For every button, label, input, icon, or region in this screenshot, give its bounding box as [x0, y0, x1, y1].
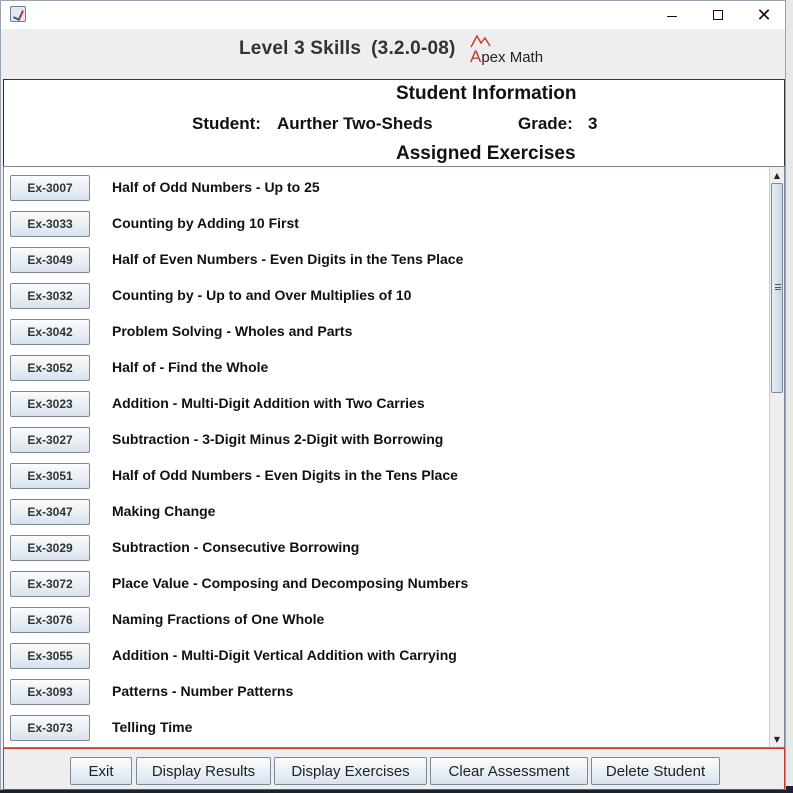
desktop-background: [785, 0, 793, 793]
student-info-panel: Student Information Student: Aurther Two…: [3, 79, 785, 167]
exercise-title: Addition - Multi-Digit Addition with Two…: [112, 395, 425, 411]
exercise-button[interactable]: Ex-3033: [10, 211, 90, 237]
exercise-button[interactable]: Ex-3055: [10, 643, 90, 669]
exercise-row: Ex-3051 Half of Odd Numbers - Even Digits…: [4, 455, 768, 491]
exercise-button[interactable]: Ex-3023: [10, 391, 90, 417]
scroll-up-button[interactable]: ▲: [770, 167, 784, 183]
exercise-button[interactable]: Ex-3076: [10, 607, 90, 633]
exercise-title: Half of Odd Numbers - Up to 25: [112, 179, 320, 195]
exercise-row: Ex-3047 Making Change: [4, 491, 768, 527]
exercise-row: Ex-3033 Counting by Adding 10 First: [4, 203, 768, 239]
exercise-title: Counting by Adding 10 First: [112, 215, 299, 231]
title-bar: ✕: [1, 1, 785, 29]
minimize-icon: [667, 15, 677, 17]
triangle-up-icon: ▲: [773, 170, 781, 180]
exercise-row: Ex-3027 Subtraction - 3-Digit Minus 2-Dig…: [4, 419, 768, 455]
student-info-title: Student Information: [396, 83, 577, 104]
exercise-button[interactable]: Ex-3042: [10, 319, 90, 345]
triangle-down-icon: ▼: [773, 734, 781, 744]
assigned-exercises-title: Assigned Exercises: [396, 143, 576, 164]
exercise-title: Half of Even Numbers - Even Digits in th…: [112, 251, 464, 267]
exercise-title: Naming Fractions of One Whole: [112, 611, 325, 627]
action-bar: Exit Display Results Display Exercises C…: [3, 748, 785, 790]
exercise-row: Ex-3042 Problem Solving - Wholes and Part…: [4, 311, 768, 347]
close-button[interactable]: ✕: [741, 1, 787, 29]
exercise-button[interactable]: Ex-3029: [10, 535, 90, 561]
grade-label: Grade:: [518, 114, 573, 133]
exercise-title: Telling Time: [112, 719, 193, 735]
scroll-down-button[interactable]: ▼: [770, 731, 784, 747]
exercise-button[interactable]: Ex-3049: [10, 247, 90, 273]
exercise-row: Ex-3007 Half of Odd Numbers - Up to 25: [4, 167, 768, 203]
exercise-row: Ex-3076 Naming Fractions of One Whole: [4, 599, 768, 635]
apex-math-logo: Apex Math: [470, 33, 550, 73]
exercise-row: Ex-3029 Subtraction - Consecutive Borrowi…: [4, 527, 768, 563]
exercise-row: Ex-3073 Telling Time: [4, 707, 768, 743]
exercise-row: Ex-3023 Addition - Multi-Digit Addition w…: [4, 383, 768, 419]
exercise-button[interactable]: Ex-3073: [10, 715, 90, 741]
exercise-button[interactable]: Ex-3051: [10, 463, 90, 489]
exercise-row: Ex-3052 Half of - Find the Whole: [4, 347, 768, 383]
exercise-title: Half of Odd Numbers - Even Digits in the…: [112, 467, 458, 483]
exercise-title: Patterns - Number Patterns: [112, 683, 294, 699]
close-icon: ✕: [756, 4, 772, 26]
app-window: ✕ Level 3 Skills (3.2.0-08) Apex Math Stu…: [0, 0, 786, 790]
exercise-button[interactable]: Ex-3052: [10, 355, 90, 381]
exercise-row: Ex-3032 Counting by - Up to and Over Mult…: [4, 275, 768, 311]
grade-value: 3: [588, 114, 598, 133]
version-label: (3.2.0-08): [371, 38, 456, 59]
minimize-button[interactable]: [649, 1, 695, 29]
java-app-icon: [10, 6, 26, 22]
exercise-button[interactable]: Ex-3093: [10, 679, 90, 705]
level-title: Level 3 Skills: [239, 38, 362, 59]
exercise-title: Subtraction - 3-Digit Minus 2-Digit with…: [112, 431, 444, 447]
app-header: Level 3 Skills (3.2.0-08) Apex Math: [1, 29, 785, 98]
exercise-list-panel: Ex-3007 Half of Odd Numbers - Up to 25 Ex-…: [3, 166, 785, 748]
exit-button[interactable]: Exit: [70, 757, 132, 785]
vertical-scrollbar[interactable]: ▲ ▼: [769, 167, 784, 747]
exercise-row: Ex-3049 Half of Even Numbers - Even Digit…: [4, 239, 768, 275]
student-label: Student:: [192, 114, 261, 133]
exercise-title: Making Change: [112, 503, 216, 519]
exercise-title: Half of - Find the Whole: [112, 359, 269, 375]
exercise-row: Ex-3072 Place Value - Composing and Decom…: [4, 563, 768, 599]
exercise-button[interactable]: Ex-3007: [10, 175, 90, 201]
exercise-title: Counting by - Up to and Over Multiplies …: [112, 287, 412, 303]
exercise-title: Place Value - Composing and Decomposing …: [112, 575, 469, 591]
grip-icon: [775, 284, 781, 290]
exercise-row: Ex-3093 Patterns - Number Patterns: [4, 671, 768, 707]
maximize-icon: [713, 10, 723, 20]
app-title: Level 3 Skills (3.2.0-08): [239, 38, 456, 60]
clear-assessment-button[interactable]: Clear Assessment: [430, 757, 588, 785]
exercise-button[interactable]: Ex-3032: [10, 283, 90, 309]
display-exercises-button[interactable]: Display Exercises: [274, 757, 427, 785]
student-name: Aurther Two-Sheds: [277, 114, 433, 133]
exercise-button[interactable]: Ex-3027: [10, 427, 90, 453]
exercise-title: Addition - Multi-Digit Vertical Addition…: [112, 647, 457, 663]
delete-student-button[interactable]: Delete Student: [591, 757, 720, 785]
exercise-title: Problem Solving - Wholes and Parts: [112, 323, 353, 339]
exercise-button[interactable]: Ex-3072: [10, 571, 90, 597]
exercise-list: Ex-3007 Half of Odd Numbers - Up to 25 Ex-…: [4, 167, 768, 747]
scroll-thumb[interactable]: [771, 183, 783, 393]
exercise-button[interactable]: Ex-3047: [10, 499, 90, 525]
maximize-button[interactable]: [695, 1, 741, 29]
exercise-title: Subtraction - Consecutive Borrowing: [112, 539, 360, 555]
display-results-button[interactable]: Display Results: [136, 757, 271, 785]
logo-text: Apex Math: [470, 47, 544, 66]
exercise-row: Ex-3055 Addition - Multi-Digit Vertical A…: [4, 635, 768, 671]
